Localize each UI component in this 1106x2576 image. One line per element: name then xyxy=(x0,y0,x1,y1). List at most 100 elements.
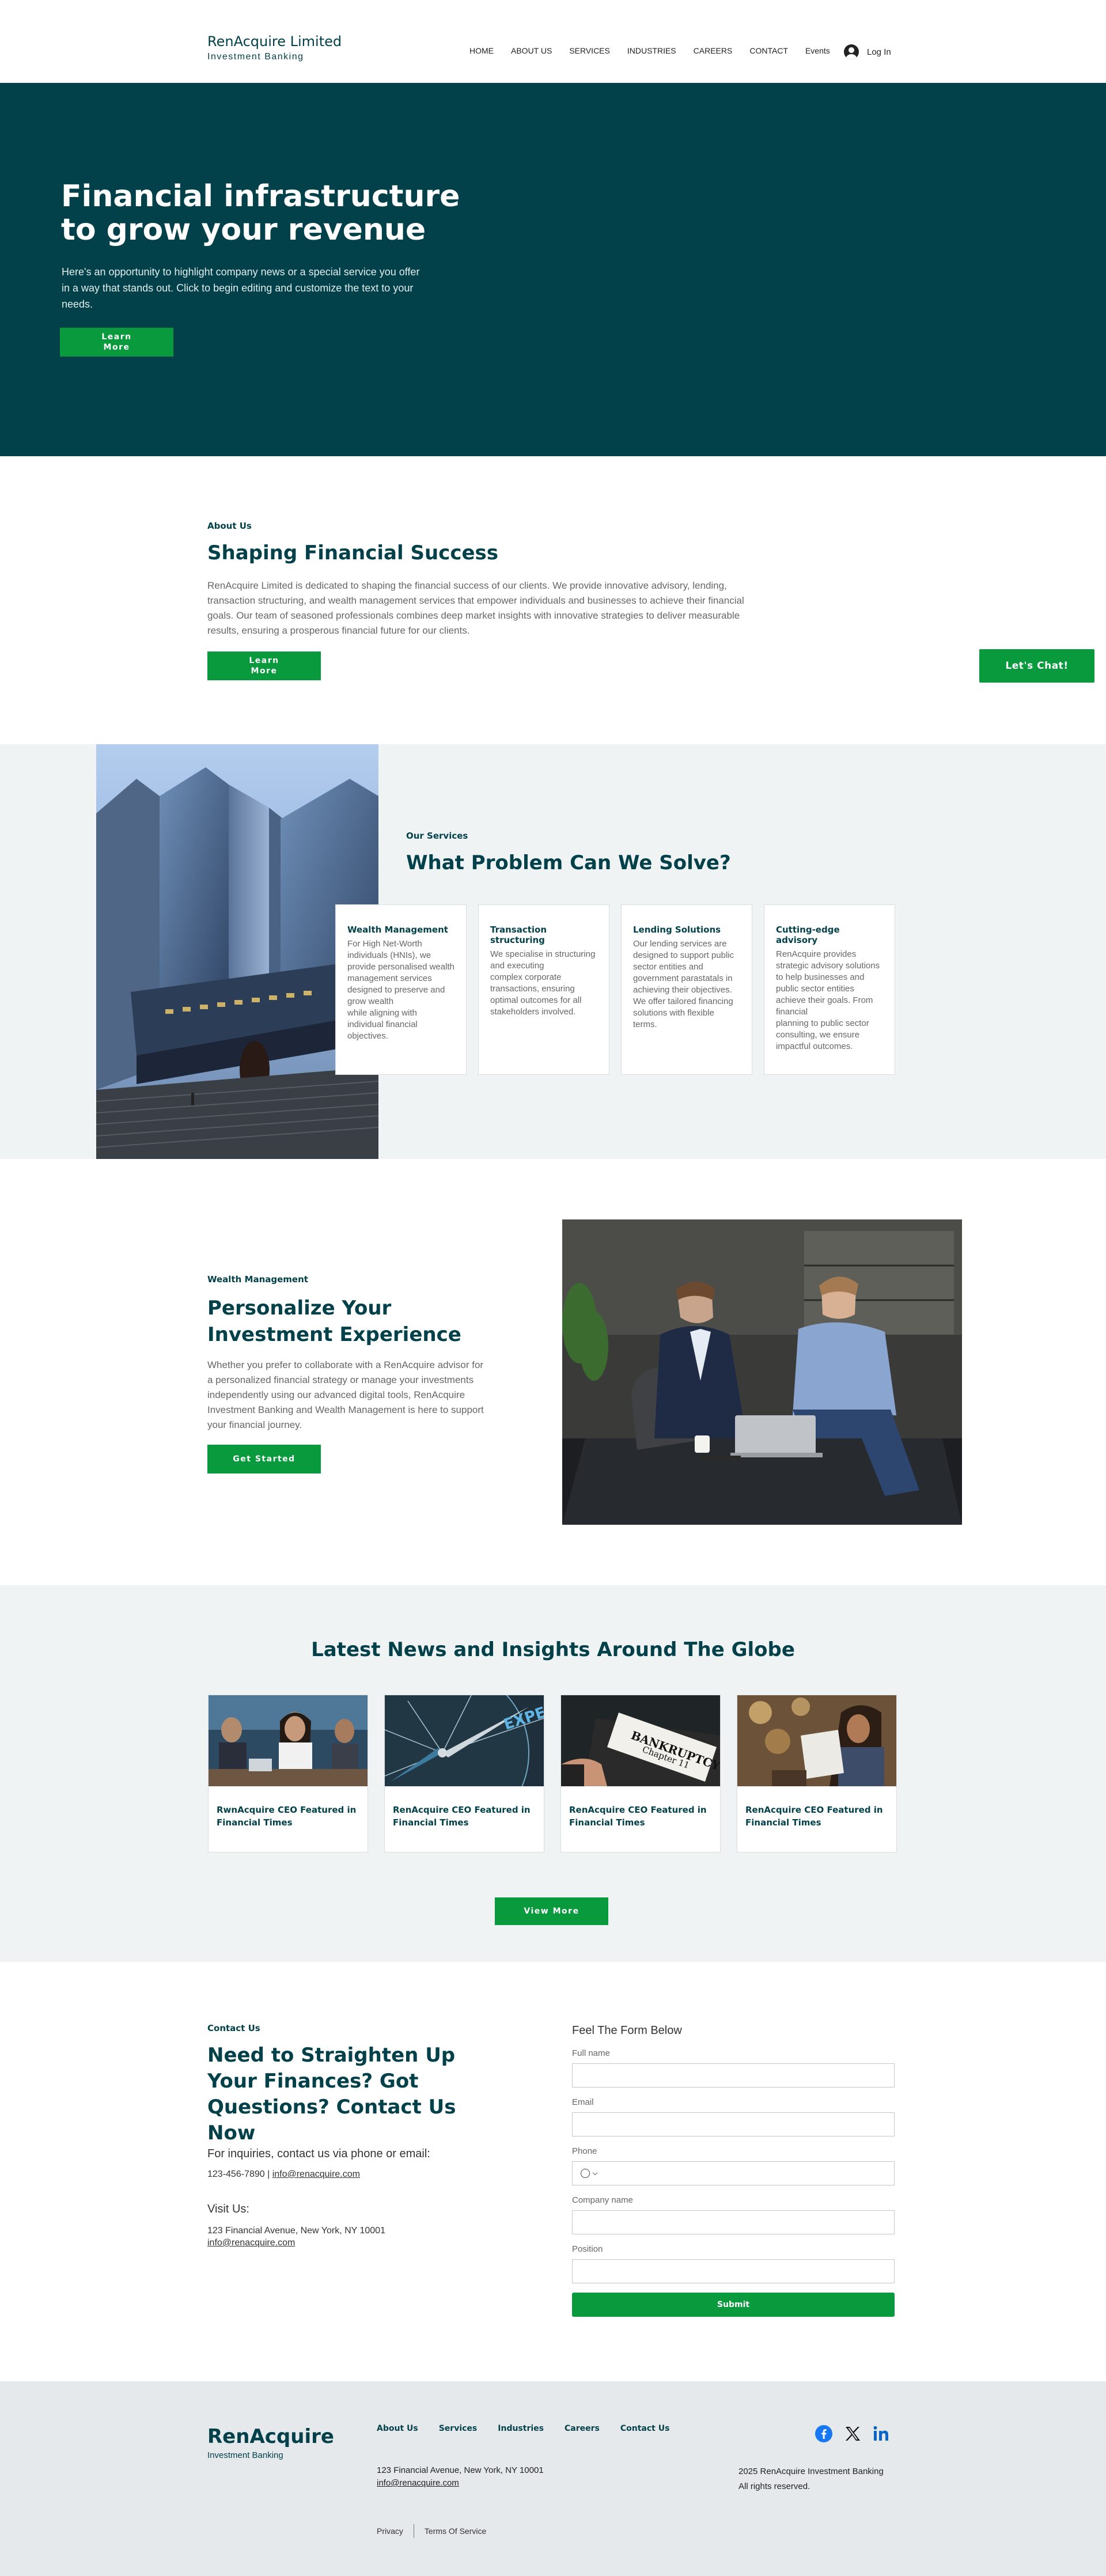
facebook-icon[interactable] xyxy=(815,2425,832,2445)
linkedin-icon[interactable] xyxy=(873,2425,890,2445)
services-eyebrow: Our Services xyxy=(406,831,468,841)
footer-address-block: 123 Financial Avenue, New York, NY 10001… xyxy=(377,2464,544,2490)
advisors-photo xyxy=(562,1219,962,1525)
hero-learn-more-button[interactable]: Learn More xyxy=(60,328,173,357)
terms-link[interactable]: Terms Of Service xyxy=(425,2526,486,2536)
news-card[interactable]: EXPERT RenAcquire CEO Featured in Financ… xyxy=(384,1695,544,1853)
contact-address: 123 Financial Avenue, New York, NY 10001 xyxy=(207,2226,385,2236)
nav-home[interactable]: HOME xyxy=(461,46,502,55)
services-title: What Problem Can We Solve? xyxy=(406,851,731,874)
hero-text: Here's an opportunity to highlight compa… xyxy=(62,266,420,310)
about-learn-more-button[interactable]: Learn More xyxy=(207,651,321,680)
news-image-expert-compass: EXPERT xyxy=(385,1695,544,1786)
site-footer: RenAcquire Investment Banking About Us S… xyxy=(0,2381,1106,2576)
news-card-title: RenAcquire CEO Featured in Financial Tim… xyxy=(569,1805,707,1828)
news-card-title: RenAcquire CEO Featured in Financial Tim… xyxy=(745,1805,883,1828)
contact-title: Need to Straighten Up Your Finances? Got… xyxy=(207,2044,456,2145)
news-image-meeting xyxy=(209,1695,368,1786)
footer-brand-subtitle: Investment Banking xyxy=(207,2450,283,2460)
company-label: Company name xyxy=(572,2195,633,2205)
about-eyebrow: About Us xyxy=(207,521,252,531)
contact-visit-label: Visit Us: xyxy=(207,2203,249,2215)
globe-icon[interactable] xyxy=(581,2169,590,2178)
site-header: RenAcquire Limited Investment Banking HO… xyxy=(0,0,1106,83)
news-title: Latest News and Insights Around The Glob… xyxy=(311,1638,795,1661)
wealth-eyebrow: Wealth Management xyxy=(207,1274,308,1285)
nav-contact[interactable]: CONTACT xyxy=(741,46,797,55)
footer-link-about-us[interactable]: About Us xyxy=(377,2424,418,2433)
email-label: Email xyxy=(572,2097,594,2107)
brand-logo[interactable]: RenAcquire Limited Investment Banking xyxy=(207,33,342,62)
wealth-section: Wealth Management Personalize Your Inves… xyxy=(0,1159,1106,1585)
services-section: Our Services What Problem Can We Solve? … xyxy=(0,744,1106,1159)
nav-events[interactable]: Events xyxy=(797,46,839,55)
footer-link-careers[interactable]: Careers xyxy=(565,2424,600,2433)
get-started-button[interactable]: Get Started xyxy=(207,1445,321,1473)
position-input[interactable] xyxy=(572,2259,895,2283)
hero-title: Financial infrastructure to grow your re… xyxy=(61,179,460,247)
expert-compass-illustration: EXPERT xyxy=(385,1695,544,1786)
about-learn-more-label: Learn More xyxy=(249,656,279,676)
brand-subtitle: Investment Banking xyxy=(207,52,304,62)
hero-learn-more-label: Learn More xyxy=(101,332,132,352)
reading-illustration xyxy=(737,1695,896,1786)
company-input[interactable] xyxy=(572,2210,895,2234)
news-card[interactable]: RwnAcquire CEO Featured in Financial Tim… xyxy=(208,1695,368,1853)
phone-label: Phone xyxy=(572,2146,597,2156)
main-nav: HOME ABOUT US SERVICES INDUSTRIES CAREER… xyxy=(461,46,839,55)
x-icon[interactable] xyxy=(844,2425,861,2445)
footer-email-link[interactable]: info@renacquire.com xyxy=(377,2477,544,2490)
chevron-down-icon[interactable] xyxy=(592,2170,598,2176)
full-name-input[interactable] xyxy=(572,2063,895,2088)
login-label: Log In xyxy=(867,47,891,57)
footer-link-services[interactable]: Services xyxy=(439,2424,478,2433)
contact-section: Contact Us Need to Straighten Up Your Fi… xyxy=(0,1962,1106,2381)
news-card[interactable]: BANKRUPTCY Chapter 11 RenAcquire CEO Fea… xyxy=(560,1695,721,1853)
news-image-reading xyxy=(737,1695,896,1786)
contact-phone-separator: | xyxy=(264,2169,272,2179)
news-card-title: RwnAcquire CEO Featured in Financial Tim… xyxy=(217,1805,357,1828)
nav-careers[interactable]: CAREERS xyxy=(685,46,741,55)
news-image-bankruptcy: BANKRUPTCY Chapter 11 xyxy=(561,1695,720,1786)
footer-rights: All rights reserved. xyxy=(738,2482,810,2491)
contact-eyebrow: Contact Us xyxy=(207,2023,260,2033)
advisors-illustration xyxy=(562,1219,962,1525)
service-card-title: Cutting-edge advisory xyxy=(776,925,840,945)
news-card[interactable]: RenAcquire CEO Featured in Financial Tim… xyxy=(737,1695,897,1853)
brand-name[interactable]: RenAcquire Limited xyxy=(207,33,342,50)
contact-email-link[interactable]: info@renacquire.com xyxy=(272,2169,360,2179)
phone-input[interactable] xyxy=(572,2161,895,2185)
meeting-illustration xyxy=(209,1695,368,1786)
nav-services[interactable]: SERVICES xyxy=(560,46,619,55)
contact-phone-line: 123-456-7890 | info@renacquire.com xyxy=(207,2169,360,2180)
privacy-link[interactable]: Privacy xyxy=(377,2526,403,2536)
contact-address-block: 123 Financial Avenue, New York, NY 10001… xyxy=(207,2225,385,2249)
service-card-lending-solutions[interactable]: Lending Solutions Our lending services a… xyxy=(621,904,752,1075)
footer-brand-name[interactable]: RenAcquire xyxy=(207,2425,334,2448)
position-label: Position xyxy=(572,2244,603,2254)
lets-chat-button[interactable]: Let's Chat! xyxy=(979,649,1094,683)
nav-industries[interactable]: INDUSTRIES xyxy=(619,46,685,55)
service-card-title: Wealth Management xyxy=(347,925,448,935)
email-input[interactable] xyxy=(572,2112,895,2136)
submit-button[interactable]: Submit xyxy=(572,2293,895,2317)
news-cards: RwnAcquire CEO Featured in Financial Tim… xyxy=(208,1695,897,1853)
contact-address-email-link[interactable]: info@renacquire.com xyxy=(207,2237,385,2249)
wealth-title: Personalize Your Investment Experience xyxy=(207,1297,461,1346)
about-text: RenAcquire Limited is dedicated to shapi… xyxy=(207,580,744,636)
service-card-title: Transaction structuring xyxy=(490,925,547,945)
login-button[interactable]: Log In xyxy=(844,44,891,59)
contact-phone[interactable]: 123-456-7890 xyxy=(207,2169,265,2179)
service-card-wealth-management[interactable]: Wealth Management For High Net-Worth ind… xyxy=(335,904,467,1075)
footer-address: 123 Financial Avenue, New York, NY 10001 xyxy=(377,2465,544,2475)
footer-link-industries[interactable]: Industries xyxy=(498,2424,544,2433)
view-more-button[interactable]: View More xyxy=(495,1897,608,1925)
news-card-title: RenAcquire CEO Featured in Financial Tim… xyxy=(393,1805,531,1828)
service-cards: Wealth Management For High Net-Worth ind… xyxy=(335,904,895,1075)
nav-about-us[interactable]: ABOUT US xyxy=(502,46,560,55)
wealth-text: Whether you prefer to collaborate with a… xyxy=(207,1359,484,1430)
service-card-cutting-edge-advisory[interactable]: Cutting-edge advisory RenAcquire provide… xyxy=(764,904,895,1075)
footer-link-contact-us[interactable]: Contact Us xyxy=(620,2424,670,2433)
service-card-transaction-structuring[interactable]: Transaction structuring We specialise in… xyxy=(478,904,609,1075)
footer-copyright-block: 2025 RenAcquire Investment Banking All r… xyxy=(738,2464,884,2494)
